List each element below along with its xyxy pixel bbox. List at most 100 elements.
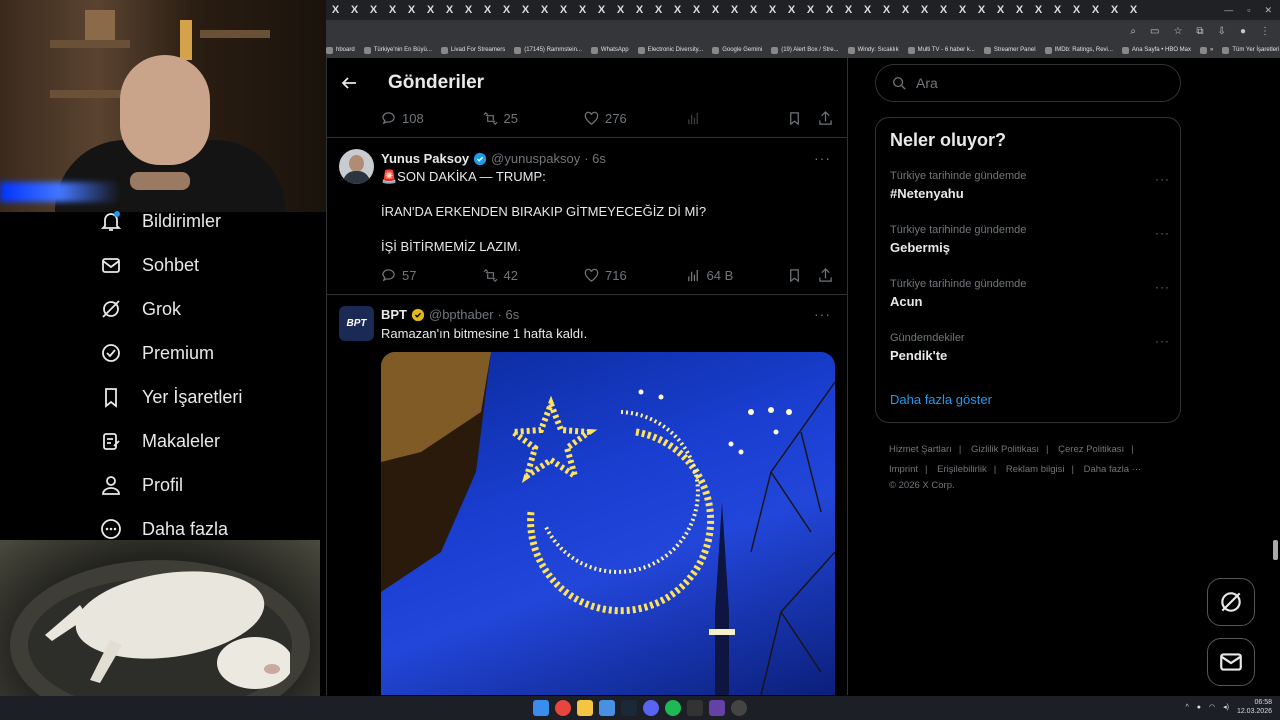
start-icon[interactable] bbox=[533, 700, 549, 716]
nav-item-profil[interactable]: Profil bbox=[100, 472, 183, 498]
trend-item[interactable]: Türkiye tarihinde gündemde #Netenyahu ··… bbox=[890, 170, 1170, 201]
browser-tab[interactable]: X bbox=[1029, 0, 1048, 20]
steam-icon[interactable] bbox=[621, 700, 637, 716]
wifi-icon[interactable]: ◠ bbox=[1209, 703, 1215, 711]
browser-tab[interactable]: X bbox=[440, 0, 459, 20]
spotify-icon[interactable] bbox=[665, 700, 681, 716]
kick-icon[interactable] bbox=[709, 700, 725, 716]
repost-button[interactable]: 42 bbox=[483, 268, 585, 283]
bookmark-item[interactable]: (17145) Rammstein... bbox=[514, 46, 582, 54]
browser-tab[interactable]: X bbox=[896, 0, 915, 20]
footer-link[interactable]: Hizmet Şartları bbox=[889, 444, 952, 455]
author-name[interactable]: BPT bbox=[381, 307, 407, 322]
browser-tab[interactable]: X bbox=[706, 0, 725, 20]
grok-fab-button[interactable] bbox=[1207, 578, 1255, 626]
footer-link[interactable]: Gizlilik Politikası bbox=[971, 444, 1039, 455]
app-icon[interactable] bbox=[599, 700, 615, 716]
bookmark-item[interactable]: WhatsApp bbox=[590, 46, 629, 54]
browser-tab[interactable]: X bbox=[326, 0, 345, 20]
epic-icon[interactable] bbox=[687, 700, 703, 716]
repost-button[interactable]: 25 bbox=[483, 111, 585, 126]
maximize-icon[interactable]: ▫ bbox=[1247, 5, 1250, 15]
cast-icon[interactable]: ▭ bbox=[1150, 26, 1159, 37]
footer-link[interactable]: Reklam bilgisi bbox=[1006, 464, 1065, 475]
nav-item-daha-fazla[interactable]: Daha fazla bbox=[100, 516, 228, 542]
bookmark-item[interactable]: Electronic Diversity... bbox=[637, 46, 703, 54]
browser-tab[interactable]: X bbox=[1048, 0, 1067, 20]
volume-icon[interactable]: ◂) bbox=[1223, 703, 1229, 711]
browser-tab[interactable]: X bbox=[915, 0, 934, 20]
bookmark-item[interactable]: Tüm Yer İşaretleri bbox=[1222, 46, 1279, 54]
trend-more-icon[interactable]: ··· bbox=[1155, 172, 1170, 186]
share-icon[interactable] bbox=[818, 267, 833, 283]
menu-icon[interactable]: ⋮ bbox=[1260, 26, 1270, 37]
trend-item[interactable]: Türkiye tarihinde gündemde Gebermiş ··· bbox=[890, 224, 1170, 255]
browser-tab[interactable]: X bbox=[820, 0, 839, 20]
discord-icon[interactable] bbox=[643, 700, 659, 716]
nav-item-yer-i-aretleri[interactable]: Yer İşaretleri bbox=[100, 384, 242, 410]
avatar[interactable] bbox=[339, 149, 374, 184]
bookmark-item[interactable]: Windy: Sıcaklık bbox=[847, 46, 899, 54]
author-handle[interactable]: @yunuspaksoy bbox=[491, 151, 580, 166]
browser-tab[interactable]: X bbox=[459, 0, 478, 20]
browser-tab[interactable]: X bbox=[421, 0, 440, 20]
browser-tab[interactable]: X bbox=[478, 0, 497, 20]
footer-link[interactable]: Imprint bbox=[889, 464, 918, 475]
bookmark-item[interactable]: Google Gemini bbox=[712, 46, 762, 54]
clock[interactable]: 06:58 12.03.2026 bbox=[1237, 698, 1272, 716]
bookmark-item[interactable]: hboard bbox=[326, 46, 355, 54]
bookmark-item[interactable]: Livad For Streamers bbox=[440, 46, 505, 54]
browser-tab[interactable]: X bbox=[744, 0, 763, 20]
bookmark-item[interactable]: Streamer Panel bbox=[983, 46, 1036, 54]
browser-tab[interactable]: X bbox=[668, 0, 687, 20]
post-more-icon[interactable]: ··· bbox=[814, 150, 831, 166]
search-input[interactable]: Ara bbox=[875, 64, 1181, 102]
show-more-link[interactable]: Daha fazla göster bbox=[890, 392, 992, 407]
trend-item[interactable]: Gündemdekiler Pendik'te ··· bbox=[890, 332, 1170, 363]
browser-tab[interactable]: X bbox=[649, 0, 668, 20]
trend-more-icon[interactable]: ··· bbox=[1155, 226, 1170, 240]
browser-tab[interactable]: X bbox=[1067, 0, 1086, 20]
footer-link[interactable]: Çerez Politikası bbox=[1058, 444, 1124, 455]
browser-tab[interactable]: X bbox=[801, 0, 820, 20]
trend-more-icon[interactable]: ··· bbox=[1155, 334, 1170, 348]
browser-tab[interactable]: X bbox=[535, 0, 554, 20]
author-name[interactable]: Yunus Paksoy bbox=[381, 151, 469, 166]
browser-tab[interactable]: X bbox=[1010, 0, 1029, 20]
browser-tab[interactable]: X bbox=[858, 0, 877, 20]
like-button[interactable]: 716 bbox=[584, 268, 686, 283]
browser-tab[interactable]: X bbox=[725, 0, 744, 20]
nav-item-bildirimler[interactable]: Bildirimler bbox=[100, 208, 221, 234]
browser-tab[interactable]: X bbox=[345, 0, 364, 20]
browser-tab[interactable]: X bbox=[1124, 0, 1143, 20]
chrome-icon[interactable] bbox=[555, 700, 571, 716]
bookmark-item[interactable]: Türkiye'nin En Büyü... bbox=[363, 46, 432, 54]
browser-tab[interactable]: X bbox=[934, 0, 953, 20]
browser-tab[interactable]: X bbox=[839, 0, 858, 20]
avatar[interactable]: BPT bbox=[339, 306, 374, 341]
browser-tab[interactable]: X bbox=[383, 0, 402, 20]
browser-tab[interactable]: X bbox=[516, 0, 535, 20]
nav-item-sohbet[interactable]: Sohbet bbox=[100, 252, 199, 278]
post-image[interactable] bbox=[381, 352, 835, 695]
post-more-icon[interactable]: ··· bbox=[814, 306, 831, 322]
bookmark-item[interactable]: (19) Alert Box / Stre... bbox=[771, 46, 839, 54]
extensions-icon[interactable]: ⧉ bbox=[1196, 26, 1203, 37]
browser-tab[interactable]: X bbox=[611, 0, 630, 20]
browser-tab[interactable]: X bbox=[592, 0, 611, 20]
browser-tab[interactable]: X bbox=[573, 0, 592, 20]
like-button[interactable]: 276 bbox=[584, 111, 686, 126]
messages-fab-button[interactable] bbox=[1207, 638, 1255, 686]
bookmark-post-icon[interactable] bbox=[787, 268, 802, 283]
views-button[interactable] bbox=[686, 111, 788, 126]
browser-tab[interactable]: X bbox=[554, 0, 573, 20]
reply-button[interactable]: 108 bbox=[381, 111, 483, 126]
bookmark-post-icon[interactable] bbox=[787, 111, 802, 126]
nav-item-makaleler[interactable]: Makaleler bbox=[100, 428, 220, 454]
browser-tab[interactable]: X bbox=[877, 0, 896, 20]
browser-tab[interactable]: X bbox=[782, 0, 801, 20]
browser-tab[interactable]: X bbox=[364, 0, 383, 20]
author-handle[interactable]: @bpthaber bbox=[429, 307, 494, 322]
explorer-icon[interactable] bbox=[577, 700, 593, 716]
tray-chevron-icon[interactable]: ^ bbox=[1185, 704, 1188, 711]
